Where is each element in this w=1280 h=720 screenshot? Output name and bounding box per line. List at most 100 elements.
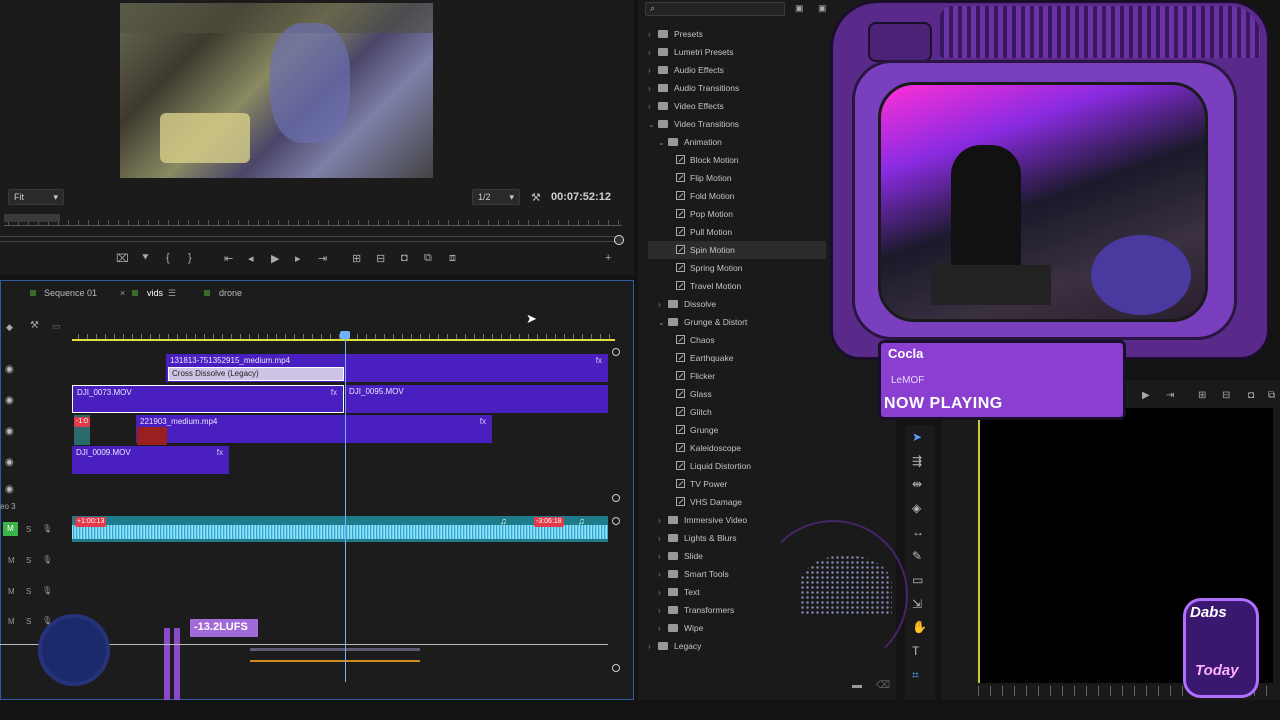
- chevron-right-icon[interactable]: ›: [658, 512, 668, 530]
- caption-tool-icon[interactable]: ⌗: [912, 668, 919, 683]
- comparison-view-icon[interactable]: ⧉: [424, 252, 432, 265]
- effects-folder[interactable]: ⌄ Animation: [648, 133, 826, 151]
- menu-icon[interactable]: ☰: [168, 288, 176, 299]
- effects-folder[interactable]: › Audio Transitions: [648, 79, 826, 97]
- timeline-clip[interactable]: 221903_medium.mp4 fx: [136, 415, 492, 443]
- monitor-zoom-bar[interactable]: [0, 236, 622, 242]
- scroll-handle[interactable]: [612, 517, 620, 525]
- effect-item[interactable]: TV Power: [648, 475, 826, 493]
- step-forward-icon[interactable]: ▸: [295, 252, 301, 265]
- effect-item[interactable]: Block Motion: [648, 151, 826, 169]
- mute-button[interactable]: M: [8, 617, 15, 626]
- remix-icon[interactable]: ⇲: [912, 597, 922, 611]
- tab-sequence-01[interactable]: Sequence 01: [44, 288, 97, 298]
- playhead-timecode[interactable]: 00:07:52:12: [551, 191, 611, 203]
- zoom-bar-handle[interactable]: [614, 235, 624, 245]
- chevron-right-icon[interactable]: ›: [658, 620, 668, 638]
- chevron-down-icon[interactable]: ⌄: [648, 116, 658, 134]
- add-marker-icon[interactable]: ⯆: [141, 252, 150, 265]
- effect-item[interactable]: Glass: [648, 385, 826, 403]
- selection-icon[interactable]: ➤: [912, 430, 922, 444]
- play-icon[interactable]: ▶: [271, 252, 279, 265]
- transition-clip[interactable]: Cross Dissolve (Legacy): [168, 367, 344, 381]
- effect-item[interactable]: Liquid Distortion: [648, 457, 826, 475]
- solo-button[interactable]: S: [26, 587, 31, 596]
- chevron-right-icon[interactable]: ›: [648, 26, 658, 44]
- effect-item[interactable]: Flicker: [648, 367, 826, 385]
- accelerated-effects-icon[interactable]: ▣: [795, 3, 804, 14]
- effects-folder[interactable]: › Video Effects: [648, 97, 826, 115]
- chevron-right-icon[interactable]: ›: [648, 62, 658, 80]
- monitor-time-ruler[interactable]: [4, 212, 622, 226]
- solo-button[interactable]: S: [26, 617, 31, 626]
- mute-button[interactable]: M: [8, 556, 15, 565]
- audio-clip[interactable]: +1:00:13 -3:06:18 ♫ ♫: [72, 516, 608, 542]
- ripple-edit-icon[interactable]: ⇹: [912, 477, 922, 491]
- effect-item[interactable]: Flip Motion: [648, 169, 826, 187]
- chevron-right-icon[interactable]: ›: [648, 80, 658, 98]
- timeline-clip[interactable]: DJI_0095.MOV: [345, 385, 608, 413]
- snap-icon[interactable]: ◆: [6, 322, 13, 333]
- type-icon[interactable]: T: [912, 644, 919, 658]
- effect-item[interactable]: Spin Motion: [648, 241, 826, 259]
- remove-marker-icon[interactable]: ⌧: [116, 252, 129, 265]
- eye-icon[interactable]: ◉: [5, 395, 14, 406]
- tab-drone[interactable]: drone: [219, 288, 242, 298]
- effect-item[interactable]: Grunge: [648, 421, 826, 439]
- effect-item[interactable]: Earthquake: [648, 349, 826, 367]
- chevron-right-icon[interactable]: ›: [658, 530, 668, 548]
- effect-item[interactable]: Travel Motion: [648, 277, 826, 295]
- effect-item[interactable]: Glitch: [648, 403, 826, 421]
- mark-out-icon[interactable]: }: [188, 252, 192, 264]
- close-icon[interactable]: ×: [120, 288, 125, 298]
- chevron-right-icon[interactable]: ›: [658, 584, 668, 602]
- effects-folder[interactable]: › Audio Effects: [648, 61, 826, 79]
- chevron-right-icon[interactable]: ›: [648, 638, 658, 656]
- mute-button[interactable]: M: [8, 587, 15, 596]
- chevron-right-icon[interactable]: ›: [648, 98, 658, 116]
- microphone-icon[interactable]: 🎙: [42, 555, 52, 564]
- add-button-icon[interactable]: +: [605, 252, 611, 264]
- chevron-right-icon[interactable]: ›: [658, 602, 668, 620]
- mark-in-icon[interactable]: {: [166, 252, 170, 264]
- new-bin-icon[interactable]: ▬: [852, 680, 862, 691]
- go-to-in-icon[interactable]: ⇤: [224, 252, 233, 265]
- mute-button[interactable]: M: [3, 522, 18, 536]
- effects-folder[interactable]: › Presets: [648, 25, 826, 43]
- chevron-down-icon[interactable]: ⌄: [658, 134, 668, 152]
- slip-icon[interactable]: ↔: [912, 525, 924, 539]
- effect-item[interactable]: Spring Motion: [648, 259, 826, 277]
- chevron-right-icon[interactable]: ›: [658, 296, 668, 314]
- eye-icon[interactable]: ◉: [5, 484, 14, 495]
- eye-icon[interactable]: ◉: [5, 426, 14, 437]
- scroll-handle[interactable]: [612, 494, 620, 502]
- effects-folder[interactable]: ⌄ Grunge & Distort: [648, 313, 826, 331]
- microphone-icon[interactable]: 🎙: [42, 586, 52, 595]
- chevron-right-icon[interactable]: ›: [648, 44, 658, 62]
- timeline-clip[interactable]: DJI_0073.MOV fx: [72, 385, 344, 413]
- track-select-icon[interactable]: ⇶: [912, 454, 922, 468]
- resolution-dropdown[interactable]: 1/2 ▾: [472, 189, 520, 205]
- effects-folder[interactable]: › Dissolve: [648, 295, 826, 313]
- fit-dropdown[interactable]: Fit ▾: [8, 189, 64, 205]
- microphone-icon[interactable]: 🎙: [42, 524, 52, 533]
- rectangle-icon[interactable]: ▭: [912, 573, 923, 587]
- pen-icon[interactable]: ✎: [912, 549, 922, 563]
- 32bit-effects-icon[interactable]: ▣: [818, 3, 827, 14]
- solo-button[interactable]: S: [26, 556, 31, 565]
- export-frame-icon[interactable]: ◘: [401, 252, 408, 264]
- chevron-right-icon[interactable]: ›: [658, 548, 668, 566]
- playhead-line[interactable]: [345, 332, 346, 682]
- chevron-down-icon[interactable]: ⌄: [658, 314, 668, 332]
- wrench-icon[interactable]: ⚒: [30, 320, 39, 331]
- effect-item[interactable]: Pull Motion: [648, 223, 826, 241]
- hand-icon[interactable]: ✋: [912, 620, 927, 634]
- go-to-out-icon[interactable]: ⇥: [318, 252, 327, 265]
- effects-folder[interactable]: › Immersive Video: [648, 511, 826, 529]
- effect-item[interactable]: VHS Damage: [648, 493, 826, 511]
- effect-item[interactable]: Pop Motion: [648, 205, 826, 223]
- chevron-right-icon[interactable]: ›: [658, 566, 668, 584]
- effects-folder[interactable]: ⌄ Video Transitions: [648, 115, 826, 133]
- eye-icon[interactable]: ◉: [5, 364, 14, 375]
- razor-icon[interactable]: ◈: [912, 501, 921, 515]
